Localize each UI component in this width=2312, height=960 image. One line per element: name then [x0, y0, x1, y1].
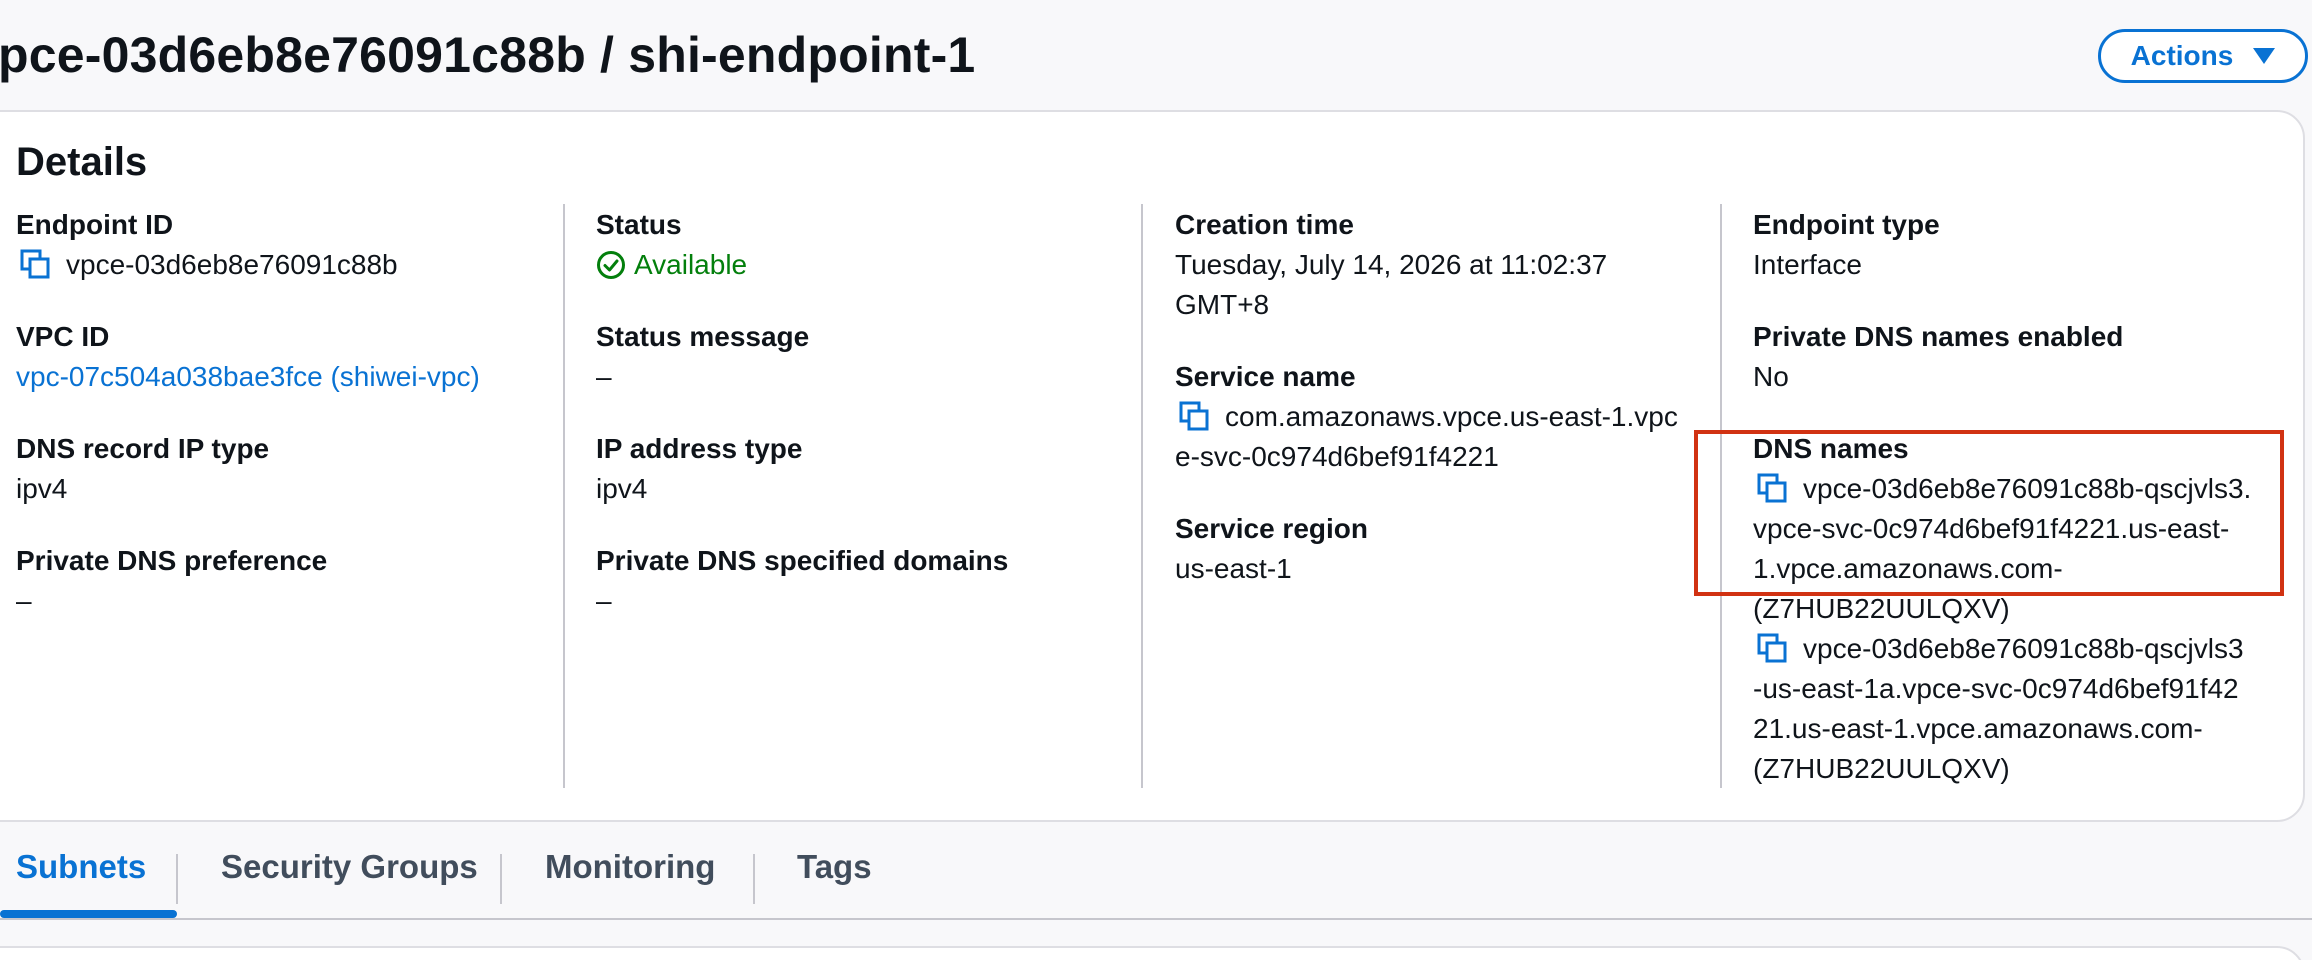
field-label: Service name [1175, 361, 1356, 392]
dns-name-line: (Z7HUB22UULQXV) [1753, 753, 2010, 784]
field-label: Private DNS names enabled [1753, 321, 2124, 352]
copy-icon[interactable] [16, 245, 52, 285]
field-value: us-east-1 [1175, 553, 1292, 584]
field-label: Private DNS preference [16, 545, 328, 576]
field-label: IP address type [596, 433, 803, 464]
field-label: Service region [1175, 513, 1368, 544]
field-creation-time: Creation time Tuesday, July 14, 2026 at … [1175, 205, 1607, 325]
field-value: – [596, 361, 612, 392]
column-divider [563, 204, 565, 788]
field-vpc-id: VPC ID vpc-07c504a038bae3fce (shiwei-vpc… [16, 317, 480, 397]
dns-name-entry: vpce-03d6eb8e76091c88b-qscjvls3 [1753, 629, 2251, 669]
status-text: Available [634, 249, 748, 280]
field-label: Endpoint type [1753, 209, 1940, 240]
tab-tags[interactable]: Tags [797, 848, 872, 886]
service-name-value: com.amazonaws.vpce.us-east-1.vpc [1175, 397, 1678, 437]
copy-icon[interactable] [1175, 397, 1211, 437]
field-value: – [16, 585, 32, 616]
actions-button-label: Actions [2130, 40, 2234, 71]
field-label: Status [596, 209, 682, 240]
tab-content-card [0, 946, 2305, 960]
field-value: ipv4 [596, 473, 648, 504]
endpoint-id-text: vpce-03d6eb8e76091c88b [66, 249, 398, 280]
creation-time-line: GMT+8 [1175, 289, 1270, 320]
field-label: Status message [596, 321, 810, 352]
endpoint-id-value: vpce-03d6eb8e76091c88b [16, 245, 398, 285]
status-value: Available [596, 245, 747, 285]
vpc-endpoint-page: pce-03d6eb8e76091c88b / shi-endpoint-1 A… [0, 0, 2312, 960]
dns-name-line: 21.us-east-1.vpce.amazonaws.com- [1753, 713, 2203, 744]
details-title: Details [16, 140, 148, 184]
page-title: pce-03d6eb8e76091c88b / shi-endpoint-1 [0, 27, 976, 83]
field-service-region: Service region us-east-1 [1175, 509, 1368, 589]
vpc-id-link[interactable]: vpc-07c504a038bae3fce (shiwei-vpc) [16, 357, 480, 397]
tab-track [0, 918, 2312, 920]
field-private-dns-names-enabled: Private DNS names enabled No [1753, 317, 2123, 397]
field-value: – [596, 585, 612, 616]
field-label: DNS record IP type [16, 433, 270, 464]
dns-name-line: vpce-03d6eb8e76091c88b-qscjvls3 [1803, 633, 2244, 664]
field-dns-record-ip-type: DNS record IP type ipv4 [16, 429, 269, 509]
tab-subnets[interactable]: Subnets [16, 848, 146, 886]
field-endpoint-id: Endpoint ID vpce-03d6eb8e76091c88b [16, 205, 398, 285]
actions-button[interactable]: Actions [2098, 29, 2308, 83]
dns-name-line: -us-east-1a.vpce-svc-0c974d6bef91f42 [1753, 673, 2239, 704]
field-label: Creation time [1175, 209, 1354, 240]
field-label: VPC ID [16, 321, 110, 352]
caret-down-icon [2253, 48, 2276, 64]
field-service-name: Service name com.amazonaws.vpce.us-east-… [1175, 357, 1678, 477]
highlight-box [1694, 430, 2284, 596]
field-endpoint-type: Endpoint type Interface [1753, 205, 1940, 285]
field-label: Endpoint ID [16, 209, 174, 240]
field-label: Private DNS specified domains [596, 545, 1009, 576]
field-value: No [1753, 361, 1789, 392]
tab-separator [753, 854, 755, 904]
tab-security-groups[interactable]: Security Groups [221, 848, 478, 886]
field-private-dns-preference: Private DNS preference – [16, 541, 327, 621]
creation-time-line: Tuesday, July 14, 2026 at 11:02:37 [1175, 249, 1608, 280]
field-private-dns-specified-domains: Private DNS specified domains – [596, 541, 1008, 621]
field-value: ipv4 [16, 473, 68, 504]
copy-icon[interactable] [1753, 629, 1789, 669]
field-status: Status Available [596, 205, 747, 285]
tab-separator [500, 854, 502, 904]
tab-monitoring[interactable]: Monitoring [545, 848, 715, 886]
field-ip-address-type: IP address type ipv4 [596, 429, 802, 509]
active-tab-indicator [0, 910, 177, 918]
tab-separator [176, 854, 178, 904]
service-name-line: e-svc-0c974d6bef91f4221 [1175, 441, 1499, 472]
check-circle-icon [597, 251, 625, 279]
service-name-line: com.amazonaws.vpce.us-east-1.vpc [1225, 401, 1678, 432]
field-status-message: Status message – [596, 317, 809, 397]
field-value: Interface [1753, 249, 1862, 280]
column-divider [1141, 204, 1143, 788]
